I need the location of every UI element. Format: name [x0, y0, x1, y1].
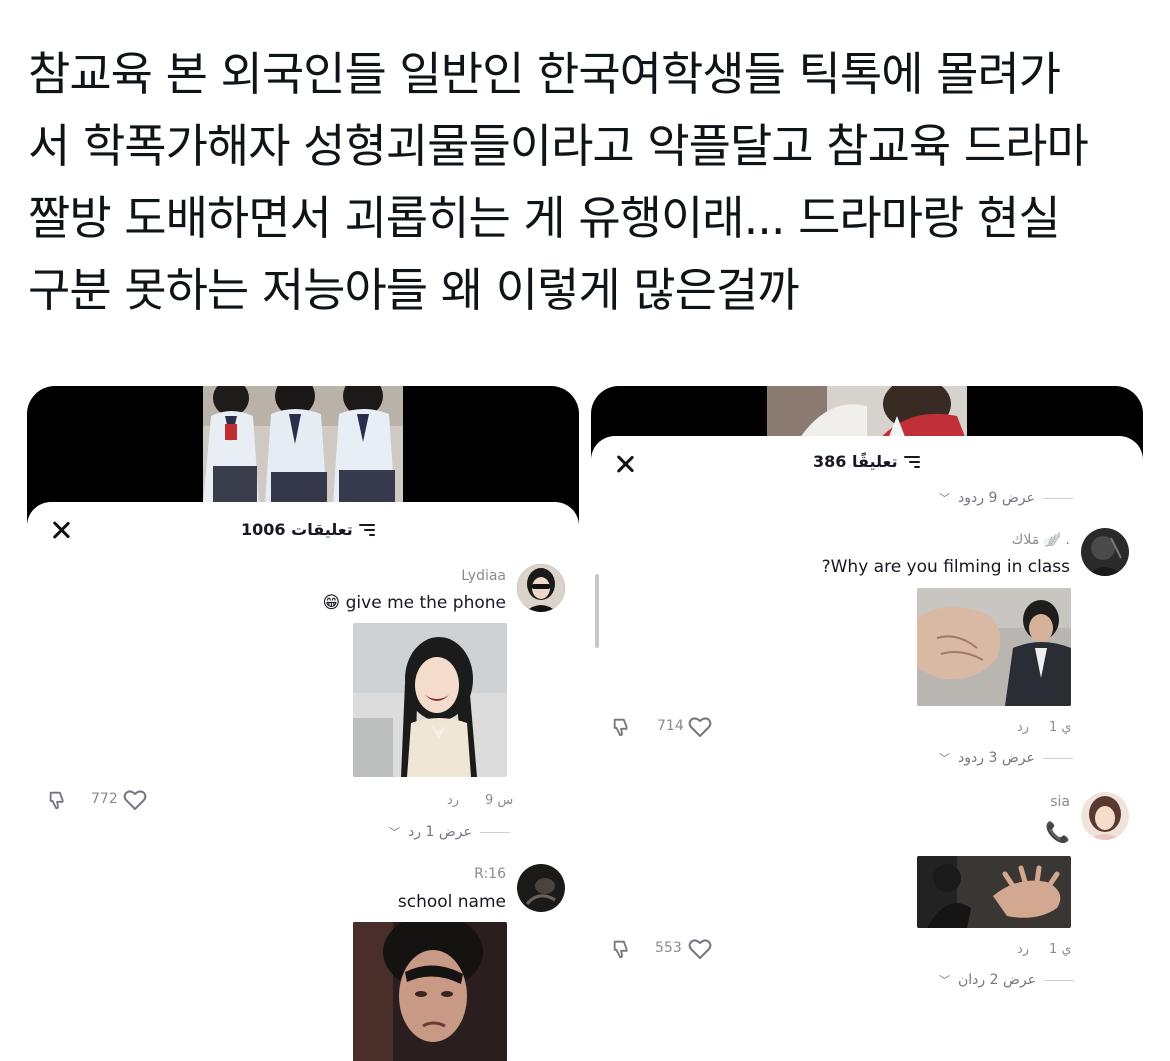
comment-image[interactable]: [353, 623, 507, 777]
reply-button[interactable]: رد: [447, 793, 459, 808]
phone-emoji: 📞: [1045, 820, 1070, 844]
view-replies-button[interactable]: ﹀ عرض 2 ردان: [939, 972, 1075, 988]
post-text-line: 참교육 본 외국인들 일반인 한국여학생들 틱톡에 몰려가: [28, 47, 1061, 101]
video-thumbnail[interactable]: [767, 386, 967, 442]
chevron-down-icon: ﹀: [939, 752, 950, 765]
view-replies-label: عرض 9 ردود: [958, 490, 1035, 506]
left-tiktok-screenshot: 1006 تعليقات Lydiaa 😁 give me the phone: [27, 386, 579, 1061]
heart-icon[interactable]: [123, 789, 147, 811]
comment-body: give me the phone: [345, 593, 506, 613]
comment-image[interactable]: [917, 856, 1071, 928]
chevron-down-icon: ﹀: [939, 974, 950, 987]
scrollbar[interactable]: [595, 574, 599, 648]
like-count: 772: [91, 791, 118, 807]
view-replies-button[interactable]: ﹀ عرض 1 رد: [389, 824, 510, 840]
post-text-line: 짤방 도배하면서 괴롭히는 게 유행이래... 드라마랑 현실: [28, 191, 1061, 245]
comment-text: school name: [397, 892, 506, 912]
avatar[interactable]: [1081, 528, 1129, 576]
close-icon[interactable]: [613, 452, 637, 476]
comment-count-header: 1006 تعليقات: [241, 520, 375, 539]
view-replies-label: عرض 3 ردود: [958, 750, 1035, 766]
filter-icon[interactable]: [358, 523, 375, 536]
like-count: 714: [657, 718, 684, 734]
dislike-icon[interactable]: [611, 716, 633, 738]
comment-text: 😁 give me the phone: [322, 593, 506, 613]
divider: [479, 831, 510, 833]
comment-count-text: 386 تعليقًا: [813, 452, 898, 471]
emoji: 😁: [322, 593, 341, 613]
comment-username[interactable]: R:16: [474, 866, 506, 882]
divider: [1042, 757, 1073, 759]
view-replies-label: عرض 2 ردان: [958, 972, 1037, 988]
like-count: 553: [655, 940, 682, 956]
comment-text: ?Why are you filming in class: [821, 557, 1070, 577]
heart-icon[interactable]: [688, 716, 712, 738]
comment-time: 9 س: [485, 793, 514, 808]
comment-count-text: 1006 تعليقات: [241, 520, 353, 539]
divider: [1044, 979, 1075, 981]
right-tiktok-screenshot: 386 تعليقًا ﹀ عرض 9 ردود مَلاك 🪽 . ?Why …: [591, 386, 1143, 1061]
chevron-down-icon: ﹀: [939, 492, 950, 505]
reply-button[interactable]: رد: [1017, 942, 1029, 957]
comment-username[interactable]: مَلاك 🪽 .: [1012, 532, 1070, 548]
view-replies-label: عرض 1 رد: [408, 824, 472, 840]
avatar[interactable]: [1081, 792, 1129, 840]
filter-icon[interactable]: [903, 455, 920, 468]
post-text-line: 구분 못하는 저능아들 왜 이렇게 많은걸까: [28, 263, 800, 317]
view-replies-button[interactable]: ﹀ عرض 3 ردود: [939, 750, 1073, 766]
comment-time: 1 ي: [1049, 942, 1072, 957]
close-icon[interactable]: [49, 518, 73, 542]
chevron-down-icon: ﹀: [389, 826, 400, 839]
dislike-icon[interactable]: [47, 789, 69, 811]
comment-username[interactable]: Lydiaa: [461, 568, 506, 584]
comment-image[interactable]: [353, 922, 507, 1061]
comment-time: 1 ي: [1049, 720, 1072, 735]
reply-button[interactable]: رد: [1017, 720, 1029, 735]
post-text-line: 서 학폭가해자 성형괴물들이라고 악플달고 참교육 드라마: [28, 119, 1089, 173]
avatar[interactable]: [517, 864, 565, 912]
comment-image[interactable]: [917, 588, 1071, 706]
heart-icon[interactable]: [688, 938, 712, 960]
dislike-icon[interactable]: [611, 938, 633, 960]
comments-panel: 1006 تعليقات Lydiaa 😁 give me the phone: [27, 502, 579, 1061]
post-text: 참교육 본 외국인들 일반인 한국여학생들 틱톡에 몰려가 서 학폭가해자 성형…: [28, 38, 1148, 326]
view-replies-button[interactable]: ﹀ عرض 9 ردود: [939, 490, 1073, 506]
divider: [1042, 497, 1073, 499]
comments-panel: 386 تعليقًا ﹀ عرض 9 ردود مَلاك 🪽 . ?Why …: [591, 436, 1143, 1061]
avatar[interactable]: [517, 564, 565, 612]
video-thumbnail[interactable]: [203, 386, 403, 504]
comment-count-header: 386 تعليقًا: [813, 452, 920, 471]
comment-username[interactable]: sia: [1050, 794, 1070, 810]
